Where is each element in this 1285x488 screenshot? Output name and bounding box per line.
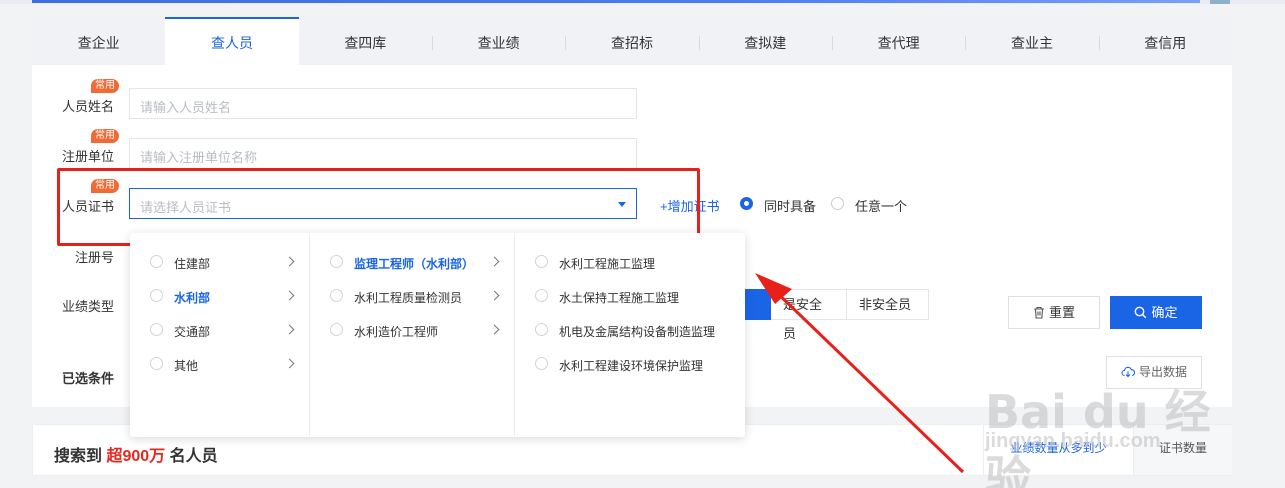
baidu-jingyan-watermark: Bai du 经验 jingyan.baidu.com — [985, 376, 1225, 488]
tab-proposed[interactable]: 查拟建 — [698, 17, 832, 65]
selected-conditions-label: 已选条件 — [62, 371, 115, 386]
option-label: 水利造价工程师 — [354, 325, 439, 339]
chevron-right-icon — [284, 290, 295, 301]
chevron-right-icon — [489, 256, 500, 267]
result-count: 搜索到 超900万 名人员 — [54, 442, 218, 466]
chevron-right-icon — [284, 256, 295, 267]
watermark-url: jingyan.baidu.com — [985, 430, 1161, 452]
option-label: 监理工程师（水利部） — [354, 257, 475, 271]
cascader-option[interactable]: 水土保持工程施工监理 — [515, 273, 745, 307]
perf-segment-non-safety[interactable]: 非安全员 — [846, 289, 929, 320]
cert-cascader-dropdown: 住建部 水利部 交通部 其他 监理工程师（水利部） 水利工程质量检测员 水利造价… — [130, 233, 745, 437]
radio-any-label: 任意一个 — [855, 199, 908, 214]
perf-segment-safety[interactable]: 是安全员 — [771, 289, 847, 341]
option-label: 住建部 — [174, 257, 211, 271]
radio-icon — [150, 323, 163, 336]
radio-icon — [535, 357, 548, 370]
reset-label: 重置 — [1048, 305, 1075, 320]
radio-icon — [150, 255, 163, 268]
radio-icon — [535, 289, 548, 302]
option-label: 机电及金属结构设备制造监理 — [559, 325, 716, 339]
unit-placeholder: 请输入注册单位名称 — [140, 150, 258, 165]
name-placeholder: 请输入人员姓名 — [140, 100, 232, 115]
radio-icon — [330, 289, 343, 302]
option-label: 交通部 — [174, 325, 211, 339]
regno-label: 注册号 — [75, 250, 115, 265]
tab-agency[interactable]: 查代理 — [831, 17, 965, 65]
cascader-column-cert-type: 监理工程师（水利部） 水利工程质量检测员 水利造价工程师 — [310, 233, 515, 437]
cascader-option[interactable]: 水利工程施工监理 — [515, 239, 745, 273]
tab-four-libraries[interactable]: 查四库 — [299, 17, 432, 65]
search-tabs: 查企业 查人员 查四库 查业绩 查招标 查拟建 查代理 查业主 查信用 — [32, 17, 1232, 65]
result-count-value: 超900万 — [106, 448, 166, 465]
tab-credit[interactable]: 查信用 — [1098, 17, 1232, 65]
option-label: 其他 — [174, 359, 199, 373]
perf-type-label: 业绩类型 — [62, 299, 115, 314]
top-banner-strip — [0, 0, 1285, 4]
tab-bidding[interactable]: 查招标 — [565, 17, 698, 65]
radio-icon — [150, 289, 163, 302]
tab-personnel[interactable]: 查人员 — [165, 17, 299, 65]
chevron-right-icon — [489, 290, 500, 301]
radio-icon — [330, 323, 343, 336]
common-tag: 常用 — [91, 79, 119, 93]
radio-icon — [535, 255, 548, 268]
banner-image — [1210, 0, 1230, 4]
result-suffix: 名人员 — [169, 448, 218, 465]
confirm-label: 确定 — [1151, 305, 1178, 320]
radio-icon — [535, 323, 548, 336]
name-input[interactable]: 请输入人员姓名 — [129, 88, 637, 119]
cascader-option[interactable]: 机电及金属结构设备制造监理 — [515, 307, 745, 341]
radio-any-button[interactable] — [831, 197, 844, 210]
option-label: 水利工程施工监理 — [559, 257, 656, 271]
cascader-column-specialty: 水利工程施工监理 水土保持工程施工监理 机电及金属结构设备制造监理 水利工程建设… — [515, 233, 745, 437]
option-label: 水土保持工程施工监理 — [559, 291, 680, 305]
cascader-option[interactable]: 交通部 — [130, 307, 309, 341]
perf-segment-selected[interactable] — [742, 289, 772, 320]
radio-icon — [330, 255, 343, 268]
option-label: 水利工程质量检测员 — [354, 291, 463, 305]
name-label: 人员姓名 — [62, 99, 115, 114]
search-icon — [1135, 306, 1147, 319]
tab-performance[interactable]: 查业绩 — [431, 17, 565, 65]
chevron-right-icon — [284, 324, 295, 335]
cascader-option[interactable]: 住建部 — [130, 239, 309, 273]
radio-all-label: 同时具备 — [764, 199, 817, 214]
option-label: 水利工程建设环境保护监理 — [559, 359, 704, 373]
result-prefix: 搜索到 — [54, 448, 103, 465]
cascader-option[interactable]: 其他 — [130, 341, 309, 375]
confirm-button[interactable]: 确定 — [1110, 296, 1202, 329]
option-label: 水利部 — [174, 291, 211, 305]
common-tag: 常用 — [91, 129, 119, 143]
cascader-option[interactable]: 水利造价工程师 — [310, 307, 514, 341]
chevron-right-icon — [284, 358, 295, 369]
radio-icon — [150, 357, 163, 370]
trash-icon — [1033, 306, 1044, 319]
banner-gradient — [32, 0, 1200, 3]
tab-owner[interactable]: 查业主 — [965, 17, 1098, 65]
cascader-option[interactable]: 水利工程建设环境保护监理 — [515, 341, 745, 375]
cascader-option[interactable]: 水利工程质量检测员 — [310, 273, 514, 307]
cascader-column-ministry: 住建部 水利部 交通部 其他 — [130, 233, 310, 437]
cascader-option[interactable]: 监理工程师（水利部） — [310, 239, 514, 273]
chevron-right-icon — [489, 324, 500, 335]
tab-company[interactable]: 查企业 — [32, 17, 165, 65]
unit-label: 注册单位 — [62, 149, 115, 164]
reset-button[interactable]: 重置 — [1008, 296, 1100, 329]
cascader-option[interactable]: 水利部 — [130, 273, 309, 307]
radio-all-button[interactable] — [740, 197, 753, 210]
unit-input[interactable]: 请输入注册单位名称 — [129, 138, 637, 169]
